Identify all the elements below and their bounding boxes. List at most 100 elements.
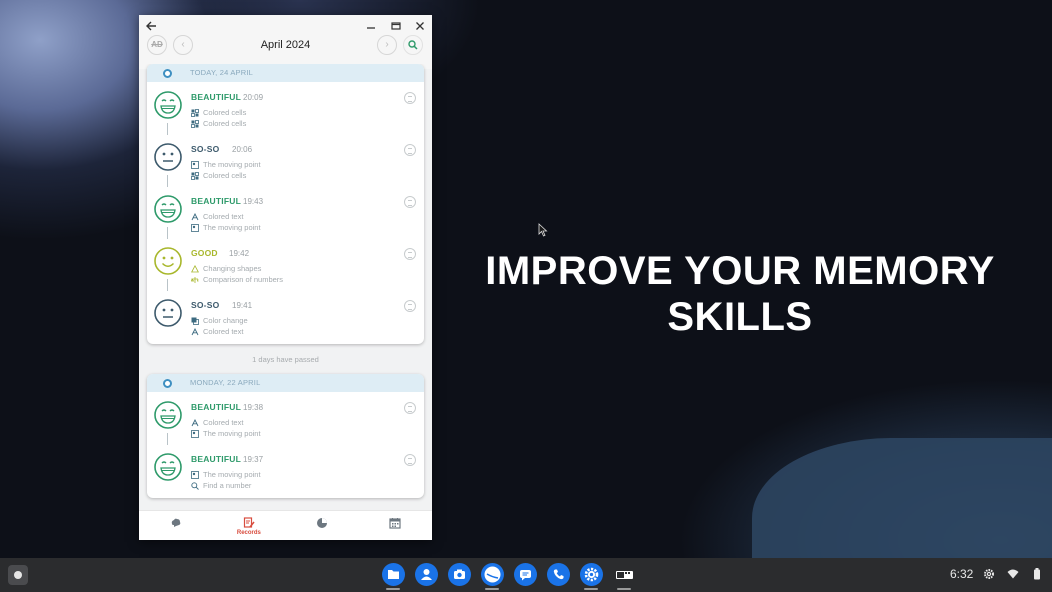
wifi-icon[interactable]	[1007, 568, 1019, 580]
more-options-icon[interactable]	[404, 300, 416, 312]
exercise-name: The moving point	[203, 160, 261, 169]
exercise-item: The moving point	[191, 470, 261, 479]
grid-icon	[191, 171, 199, 180]
exercise-name: Changing shapes	[203, 264, 262, 273]
chevron-right-icon: ›	[385, 39, 389, 50]
shapes-icon	[191, 264, 199, 272]
search-button[interactable]	[403, 35, 423, 55]
neutral-face-icon	[154, 143, 182, 171]
entry-time: 19:42	[229, 249, 250, 258]
more-options-icon[interactable]	[404, 248, 416, 260]
records-icon	[243, 517, 255, 528]
settings-app-icon[interactable]	[580, 563, 603, 586]
day-label: TODAY, 24 APRIL	[190, 68, 254, 77]
running-indicator	[617, 588, 631, 590]
running-indicator	[485, 588, 499, 590]
pie-chart-icon	[317, 518, 328, 528]
memory-app-icon[interactable]	[481, 563, 504, 586]
battery-icon[interactable]	[1033, 568, 1041, 580]
laughing-face-icon	[154, 195, 182, 223]
files-app-icon[interactable]	[382, 563, 405, 586]
laughing-face-icon	[154, 453, 182, 481]
timeline-dot-icon	[163, 69, 172, 78]
more-options-icon[interactable]	[404, 196, 416, 208]
exercise-name: Colored cells	[203, 119, 247, 128]
nav-brain[interactable]	[139, 511, 212, 540]
laughing-face-icon	[154, 91, 182, 119]
gear-icon[interactable]	[983, 568, 995, 580]
exercise-item: Find a number	[191, 481, 251, 490]
mood-label: BEAUTIFUL	[191, 454, 241, 464]
wallpaper-shape	[752, 438, 1052, 558]
record-entry[interactable]: BEAUTIFUL 19:37 The moving point Find a …	[147, 444, 424, 496]
nav-statistics[interactable]	[286, 511, 359, 540]
exercise-item: The moving point	[191, 160, 261, 169]
bottom-navigation: Records	[139, 510, 432, 540]
more-options-icon[interactable]	[404, 92, 416, 104]
colored-text-icon	[191, 327, 199, 335]
exercise-item: Comparison of numbers	[191, 275, 283, 284]
promo-line-2: SKILLS	[667, 295, 813, 339]
close-button[interactable]	[412, 19, 428, 35]
record-entry[interactable]: SO-SO 20:06 The moving point Colored cel…	[147, 134, 424, 187]
record-entry[interactable]: SO-SO 19:41 Color change Colored text	[147, 290, 424, 342]
exercise-item: Colored text	[191, 418, 243, 427]
mood-label: SO-SO	[191, 300, 220, 310]
neutral-face-icon	[154, 299, 182, 327]
next-month-button[interactable]: ›	[377, 35, 397, 55]
mood-label: GOOD	[191, 248, 218, 258]
search-icon	[408, 40, 418, 50]
running-indicator	[584, 588, 598, 590]
day-label: MONDAY, 22 APRIL	[190, 378, 261, 387]
more-options-icon[interactable]	[404, 402, 416, 414]
launcher-button[interactable]	[8, 565, 28, 585]
contacts-app-icon[interactable]	[415, 563, 438, 586]
exercise-name: Find a number	[203, 481, 252, 490]
exercise-name: The moving point	[203, 223, 261, 232]
records-list[interactable]: TODAY, 24 APRIL BEAUTIFUL 20:09 Colored …	[139, 64, 432, 510]
keyboard-app-icon[interactable]	[613, 563, 636, 586]
system-clock[interactable]: 6:32	[950, 567, 973, 581]
exercise-item: Colored cells	[191, 108, 246, 117]
calendar-icon	[389, 518, 401, 529]
mood-label: BEAUTIFUL	[191, 196, 241, 206]
exercise-name: The moving point	[203, 470, 261, 479]
moving-point-icon	[191, 160, 199, 169]
mood-label: BEAUTIFUL	[191, 92, 241, 102]
exercise-name: Color change	[203, 316, 248, 325]
moving-point-icon	[191, 223, 199, 232]
mouse-cursor-icon	[538, 223, 548, 237]
taskbar: 6:32	[0, 558, 1052, 592]
laughing-face-icon	[154, 401, 182, 429]
exercise-item: Color change	[191, 316, 248, 325]
record-entry[interactable]: BEAUTIFUL 20:09 Colored cells Colored ce…	[147, 82, 424, 135]
entry-time: 19:43	[243, 197, 264, 206]
entry-time: 19:37	[243, 455, 264, 464]
more-options-icon[interactable]	[404, 454, 416, 466]
exercise-name: Colored text	[203, 418, 244, 427]
exercise-name: Colored text	[203, 327, 244, 336]
record-entry[interactable]: BEAUTIFUL 19:43 Colored text The moving …	[147, 186, 424, 239]
camera-app-icon[interactable]	[448, 563, 471, 586]
more-options-icon[interactable]	[404, 144, 416, 156]
brain-icon	[171, 518, 180, 527]
exercise-item: Colored text	[191, 212, 243, 221]
day-card: MONDAY, 22 APRIL BEAUTIFUL 19:38 Colored…	[147, 374, 424, 498]
minimize-button[interactable]	[363, 19, 379, 35]
colored-text-icon	[191, 212, 199, 220]
record-entry[interactable]: GOOD 19:42 Changing shapes Comparison of…	[147, 238, 424, 291]
messages-app-icon[interactable]	[514, 563, 537, 586]
back-arrow-icon[interactable]	[143, 19, 159, 35]
moving-point-icon	[191, 470, 199, 479]
record-entry[interactable]: BEAUTIFUL 19:38 Colored text The moving …	[147, 392, 424, 445]
exercise-item: The moving point	[191, 223, 261, 232]
exercise-name: Comparison of numbers	[203, 275, 284, 284]
exercise-name: Colored cells	[203, 108, 247, 117]
promo-text: IMPROVE YOUR MEMORY SKILLS	[470, 248, 1010, 340]
nav-records[interactable]: Records	[212, 511, 285, 540]
phone-app-icon[interactable]	[547, 563, 570, 586]
maximize-button[interactable]	[388, 19, 404, 35]
exercise-name: Colored cells	[203, 171, 247, 180]
entry-time: 20:09	[243, 93, 264, 102]
nav-calendar[interactable]	[359, 511, 432, 540]
